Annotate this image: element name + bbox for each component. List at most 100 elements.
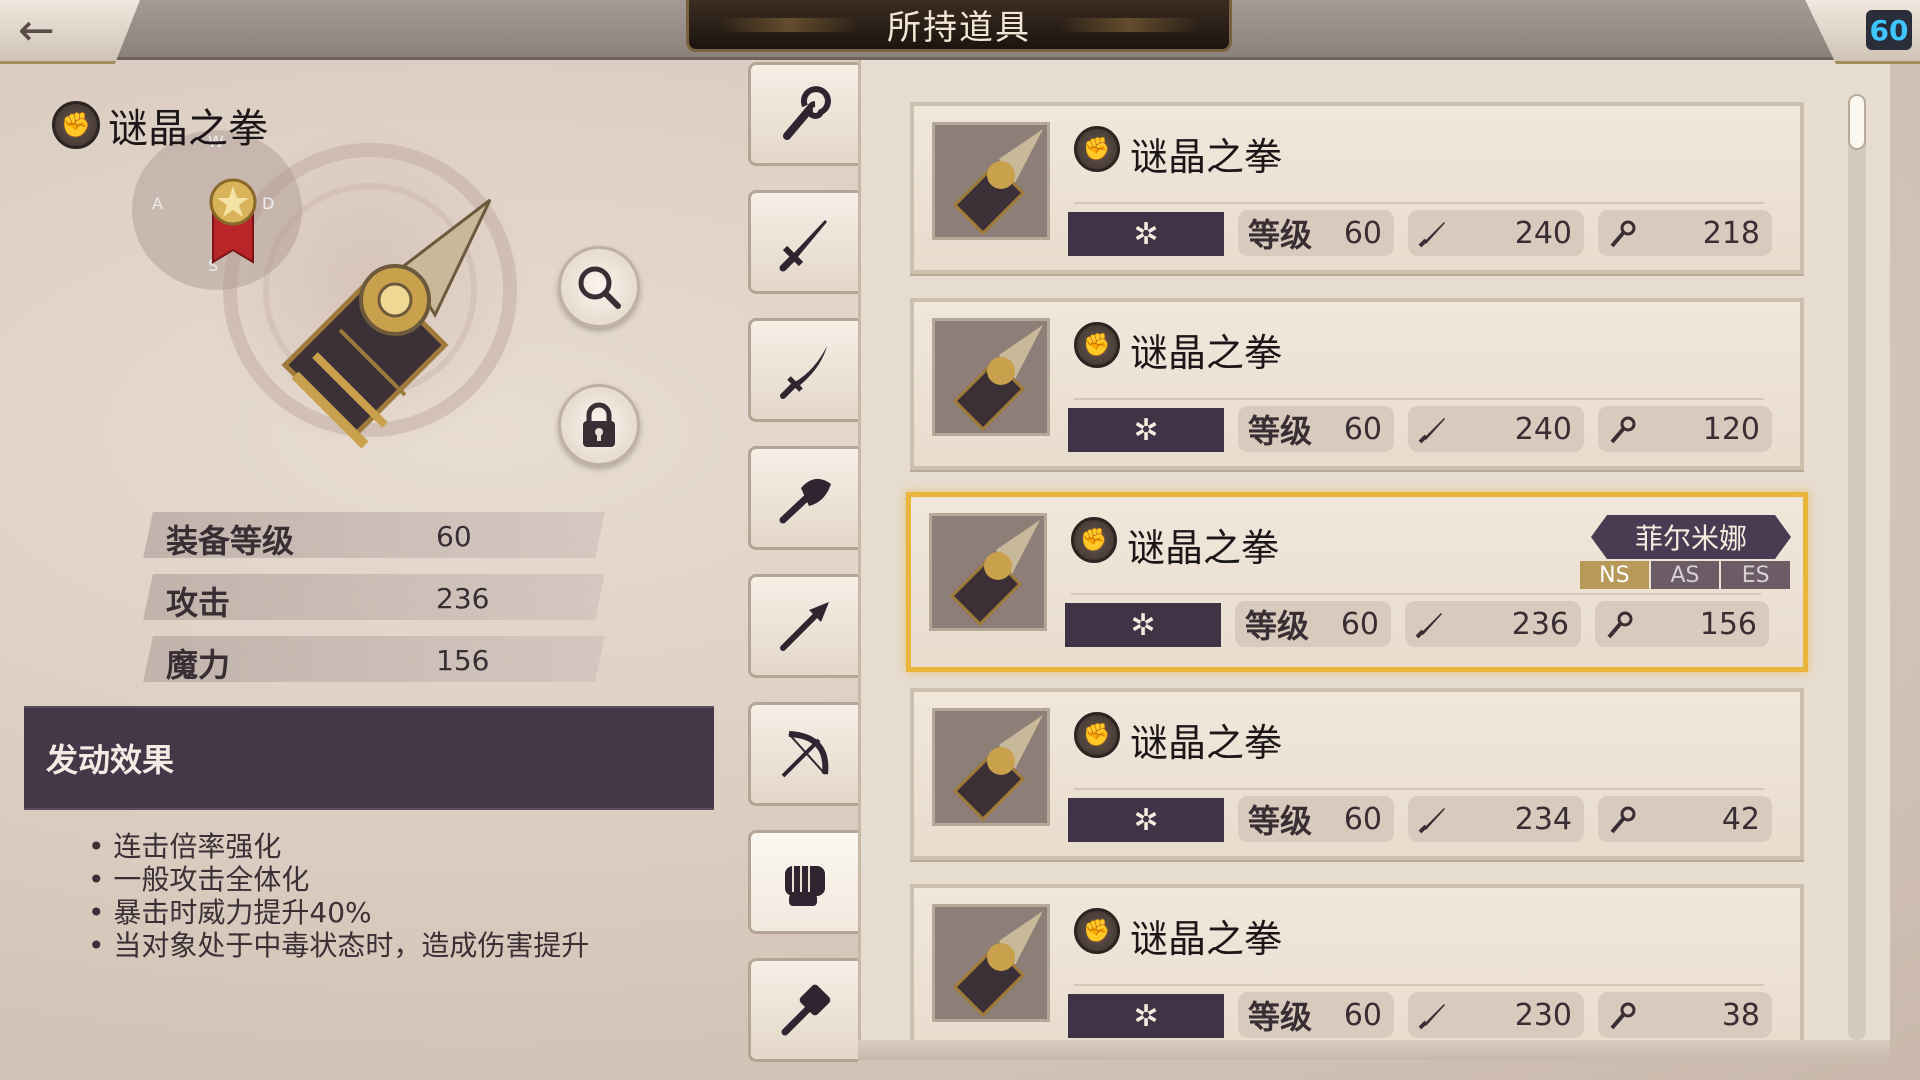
rank-ribbon-icon (209, 178, 257, 264)
staff-icon (1610, 220, 1636, 248)
divider (1074, 202, 1764, 204)
item-thumbnail (932, 122, 1050, 240)
scrollbar-thumb[interactable] (1848, 94, 1866, 150)
level-label: 等级 (1248, 802, 1313, 840)
sword-icon (1418, 418, 1445, 444)
level-label: 等级 (1248, 412, 1313, 450)
item-card-name: 谜晶之拳 (1127, 526, 1280, 570)
magic-value: 156 (1699, 606, 1757, 642)
tab-katana[interactable] (748, 318, 858, 422)
attack-value: 236 (1511, 606, 1569, 642)
tab-sword[interactable] (748, 190, 858, 294)
page-title: 所持道具 (887, 8, 1031, 48)
level-value: 60 (1343, 801, 1382, 837)
mode-as: AS (1650, 561, 1720, 589)
fist-type-icon: ✊ (52, 101, 100, 149)
magic-pill: 156 (1595, 601, 1769, 647)
player-level-badge: 60 (1866, 10, 1912, 50)
title-plate: 所持道具 (686, 0, 1232, 52)
attack-pill: 240 (1408, 406, 1584, 452)
tab-spear[interactable] (748, 574, 858, 678)
compass-a: A (152, 194, 163, 213)
magic-pill: 38 (1598, 992, 1772, 1038)
back-arrow-icon: ← (18, 4, 55, 56)
level-pill: 等级 60 (1238, 210, 1394, 256)
spear-icon (779, 602, 829, 651)
divider (1074, 788, 1764, 790)
level-value: 60 (1340, 606, 1379, 642)
rarity-indicator: ✲ (1068, 212, 1224, 256)
item-card[interactable]: ✊ 谜晶之拳 ✲ 等级 60 240 218 (910, 102, 1804, 274)
inspect-button[interactable] (558, 246, 640, 328)
hammer-icon (781, 984, 830, 1036)
attack-value: 230 (1514, 997, 1572, 1033)
list-bottom-edge (858, 1040, 1890, 1060)
equipped-mode-badges: NS AS ES (1579, 561, 1791, 589)
magic-value: 218 (1702, 215, 1760, 251)
effect-list: 连击倍率强化 一般攻击全体化 暴击时威力提升40% 当对象处于中毒状态时，造成伤… (88, 830, 589, 962)
magic-value: 120 (1702, 411, 1760, 447)
level-pill: 等级 60 (1235, 601, 1391, 647)
level-value: 60 (1343, 997, 1382, 1033)
attack-value: 240 (1514, 215, 1572, 251)
stat-value-attack: 236 (436, 582, 490, 615)
fist-type-icon: ✊ (1074, 908, 1120, 954)
level-label: 等级 (1245, 607, 1310, 645)
item-thumbnail (932, 904, 1050, 1022)
attack-value: 240 (1514, 411, 1572, 447)
tab-staff[interactable] (748, 62, 858, 166)
item-card[interactable]: ✊ 谜晶之拳 ✲ 等级 60 240 120 (910, 298, 1804, 470)
divider (1074, 984, 1764, 986)
level-pill: 等级 60 (1238, 406, 1394, 452)
staff-icon (1610, 416, 1636, 444)
effect-item: 暴击时威力提升40% (88, 896, 589, 929)
attack-pill: 234 (1408, 796, 1584, 842)
tab-hammer[interactable] (748, 958, 858, 1062)
tab-bow[interactable] (748, 702, 858, 806)
effect-item: 连击倍率强化 (88, 830, 589, 863)
lock-button[interactable] (558, 384, 640, 466)
item-card[interactable]: ✊ 谜晶之拳 ✲ 等级 60 234 42 (910, 688, 1804, 860)
effect-item: 当对象处于中毒状态时，造成伤害提升 (88, 929, 589, 962)
magic-value: 38 (1721, 997, 1760, 1033)
level-label: 等级 (1248, 216, 1313, 254)
rarity-indicator: ✲ (1068, 408, 1224, 452)
item-thumbnail (929, 513, 1047, 631)
item-card-name: 谜晶之拳 (1130, 721, 1283, 765)
level-value: 60 (1343, 215, 1382, 251)
lock-icon (583, 402, 615, 447)
stat-label-level: 装备等级 (166, 522, 295, 560)
attack-value: 234 (1514, 801, 1572, 837)
item-name: 谜晶之拳 (108, 106, 268, 152)
bow-icon (781, 731, 828, 778)
item-card-selected[interactable]: ✊ 谜晶之拳 菲尔米娜 NS AS ES ✲ 等级 60 236 156 (906, 492, 1808, 672)
item-card-name: 谜晶之拳 (1130, 135, 1283, 179)
magic-pill: 42 (1598, 796, 1772, 842)
item-card[interactable]: ✊ 谜晶之拳 ✲ 等级 60 230 38 (910, 884, 1804, 1056)
tab-axe[interactable] (748, 446, 858, 550)
divider (1071, 593, 1761, 595)
level-pill: 等级 60 (1238, 796, 1394, 842)
item-thumbnail (932, 708, 1050, 826)
rarity-indicator: ✲ (1065, 603, 1221, 647)
magic-value: 42 (1721, 801, 1760, 837)
effect-header: 发动效果 (24, 706, 714, 810)
item-card-name: 谜晶之拳 (1130, 917, 1283, 961)
item-title-row: ✊ 谜晶之拳 (52, 96, 268, 154)
stat-value-level: 60 (436, 520, 472, 553)
search-icon (578, 266, 621, 309)
item-thumbnail (932, 318, 1050, 436)
fist-icon (784, 866, 825, 906)
effect-title: 发动效果 (46, 741, 175, 779)
item-list-scrollbar[interactable] (1848, 94, 1866, 1040)
magic-pill: 218 (1598, 210, 1772, 256)
equipped-by-tag: 菲尔米娜 (1591, 515, 1791, 559)
magic-pill: 120 (1598, 406, 1772, 452)
staff-icon (782, 86, 831, 140)
katana-icon (779, 346, 827, 399)
sword-icon (1418, 222, 1445, 248)
level-label: 等级 (1248, 998, 1313, 1036)
attack-pill: 240 (1408, 210, 1584, 256)
tab-fist[interactable] (748, 830, 858, 934)
mode-ns: NS (1580, 561, 1649, 589)
